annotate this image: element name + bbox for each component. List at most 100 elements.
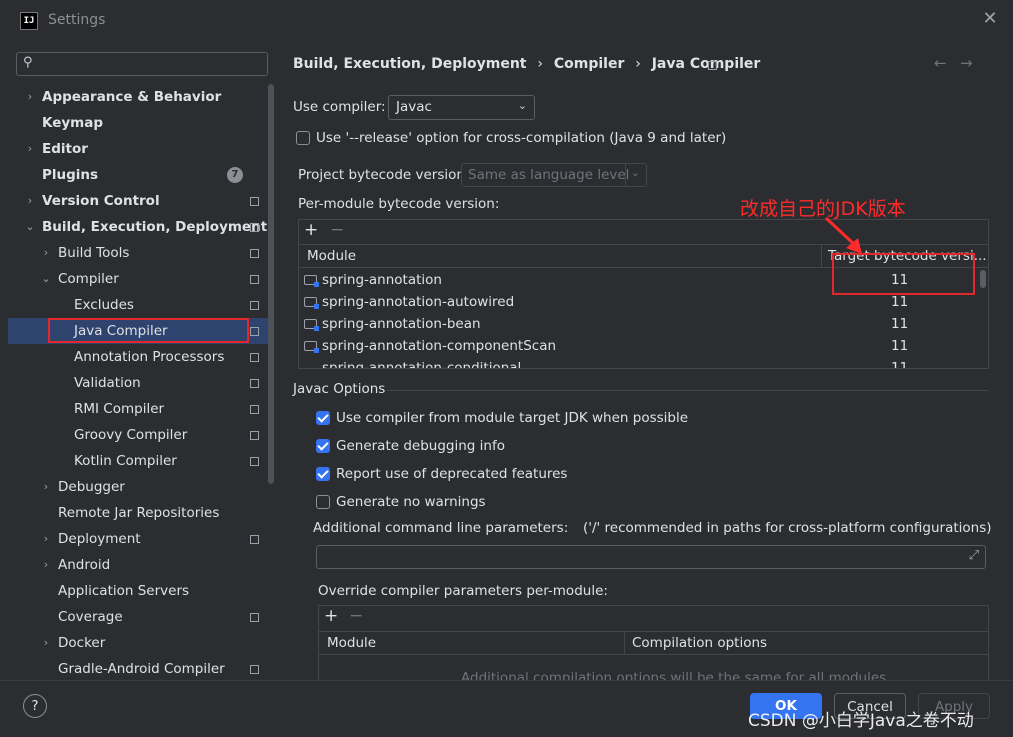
sidebar-item-debugger[interactable]: Debugger: [58, 474, 125, 500]
chevron-right-icon[interactable]: ›: [40, 630, 52, 656]
chevron-right-icon[interactable]: ›: [24, 136, 36, 162]
module-name[interactable]: spring-annotation-componentScan: [322, 335, 556, 357]
breadcrumb-compiler[interactable]: Compiler: [554, 56, 625, 72]
add-icon[interactable]: +: [324, 606, 338, 626]
table-toolbar-divider: [299, 244, 988, 245]
opt-deprecated-checkbox[interactable]: [316, 467, 330, 481]
release-option-label: Use '--release' option for cross-compila…: [316, 130, 727, 146]
remove-icon[interactable]: −: [349, 606, 363, 626]
sidebar-item-gradle-android-compiler[interactable]: Gradle-Android Compiler: [58, 656, 225, 682]
chevron-right-icon[interactable]: ›: [40, 474, 52, 500]
sidebar-item-build-execution-deployment[interactable]: Build, Execution, Deployment: [42, 214, 267, 240]
search-input[interactable]: ⚲: [16, 52, 268, 76]
add-icon[interactable]: +: [304, 220, 318, 240]
release-option-checkbox[interactable]: [296, 131, 310, 145]
opt-deprecated-label: Report use of deprecated features: [336, 466, 568, 482]
project-bytecode-label: Project bytecode version:: [298, 167, 470, 183]
expand-icon[interactable]: ⤢: [969, 548, 979, 563]
sidebar-item-remote-jar-repositories[interactable]: Remote Jar Repositories: [58, 500, 219, 526]
highlight-box-target-version: [832, 253, 975, 295]
project-scope-icon: [250, 327, 259, 336]
module-name[interactable]: spring-annotation-bean: [322, 313, 481, 335]
project-scope-icon: [250, 301, 259, 310]
opt-module-jdk-checkbox[interactable]: [316, 411, 330, 425]
javac-options-title: Javac Options: [293, 381, 386, 397]
opt-no-warnings-label: Generate no warnings: [336, 494, 486, 510]
module-name[interactable]: spring-annotation-autowired: [322, 291, 514, 313]
sidebar-item-editor[interactable]: Editor: [42, 136, 88, 162]
project-bytecode-select[interactable]: Same as language level ⌄: [461, 163, 647, 187]
sidebar-scrollbar[interactable]: [268, 84, 274, 484]
sidebar-item-appearance-behavior[interactable]: Appearance & Behavior: [42, 84, 221, 110]
sidebar-item-docker[interactable]: Docker: [58, 630, 105, 656]
override-header-module[interactable]: Module: [327, 635, 376, 651]
sidebar-item-plugins[interactable]: Plugins: [42, 162, 98, 188]
sidebar-item-version-control[interactable]: Version Control: [42, 188, 160, 214]
module-target-version[interactable]: 11: [891, 313, 908, 335]
red-arrow-icon: [824, 216, 862, 254]
table-toolbar-divider: [319, 631, 988, 632]
project-scope-icon: [708, 61, 717, 70]
project-scope-icon: [250, 535, 259, 544]
sidebar-item-deployment[interactable]: Deployment: [58, 526, 141, 552]
sidebar-item-compiler[interactable]: Compiler: [58, 266, 119, 292]
opt-module-jdk-label: Use compiler from module target JDK when…: [336, 410, 689, 426]
forward-arrow-icon[interactable]: →: [960, 54, 973, 72]
project-scope-icon: [250, 431, 259, 440]
sidebar-item-excludes[interactable]: Excludes: [74, 292, 134, 318]
sidebar-item-build-tools[interactable]: Build Tools: [58, 240, 129, 266]
search-icon: ⚲: [23, 55, 33, 70]
chevron-down-icon: ⌄: [630, 166, 640, 179]
sidebar-item-rmi-compiler[interactable]: RMI Compiler: [74, 396, 164, 422]
sidebar-item-validation[interactable]: Validation: [74, 370, 141, 396]
opt-debug-info-checkbox[interactable]: [316, 439, 330, 453]
sidebar-item-groovy-compiler[interactable]: Groovy Compiler: [74, 422, 187, 448]
compiler-select[interactable]: Javac ⌄: [388, 95, 535, 120]
sidebar-item-keymap[interactable]: Keymap: [42, 110, 103, 136]
breadcrumb-build[interactable]: Build, Execution, Deployment: [293, 56, 527, 72]
sidebar-item-android[interactable]: Android: [58, 552, 110, 578]
intellij-app-icon: IJ: [20, 12, 38, 30]
module-name[interactable]: spring-annotation: [322, 269, 442, 291]
chevron-right-icon[interactable]: ›: [40, 552, 52, 578]
title-bar: [0, 0, 1013, 40]
table-header-divider: [319, 654, 988, 655]
sidebar-item-annotation-processors[interactable]: Annotation Processors: [74, 344, 224, 370]
chevron-right-icon[interactable]: ›: [24, 84, 36, 110]
section-divider: [387, 390, 988, 391]
column-header-module[interactable]: Module: [307, 248, 356, 264]
chevron-down-icon: ⌄: [517, 99, 527, 112]
compiler-select-value: Javac: [396, 99, 432, 115]
override-header-options[interactable]: Compilation options: [632, 635, 767, 651]
project-scope-icon: [250, 613, 259, 622]
sidebar-item-application-servers[interactable]: Application Servers: [58, 578, 189, 604]
override-label: Override compiler parameters per-module:: [318, 583, 608, 599]
window-title: Settings: [48, 12, 106, 28]
additional-params-input[interactable]: ⤢: [316, 545, 986, 569]
chevron-right-icon[interactable]: ›: [40, 526, 52, 552]
additional-params-label: Additional command line parameters:: [313, 520, 569, 536]
use-compiler-label: Use compiler:: [293, 99, 386, 115]
project-scope-icon: [250, 223, 259, 232]
remove-icon[interactable]: −: [330, 220, 344, 240]
sidebar-item-coverage[interactable]: Coverage: [58, 604, 123, 630]
chevron-right-icon[interactable]: ›: [24, 188, 36, 214]
project-scope-icon: [250, 457, 259, 466]
plugins-update-badge: 7: [227, 167, 243, 183]
close-icon[interactable]: ✕: [980, 8, 1000, 30]
watermark-text: CSDN @小白学Java之卷不动: [748, 711, 974, 731]
back-arrow-icon[interactable]: ←: [934, 54, 947, 72]
sidebar-item-kotlin-compiler[interactable]: Kotlin Compiler: [74, 448, 177, 474]
table-scrollbar[interactable]: [980, 270, 986, 288]
opt-no-warnings-checkbox[interactable]: [316, 495, 330, 509]
highlight-box-java-compiler: [48, 318, 249, 343]
chevron-down-icon[interactable]: ⌄: [24, 214, 36, 240]
module-folder-icon: [304, 341, 319, 353]
module-target-version[interactable]: 11: [891, 335, 908, 357]
help-icon[interactable]: ?: [23, 694, 47, 718]
project-scope-icon: [250, 197, 259, 206]
additional-params-hint: ('/' recommended in paths for cross-plat…: [583, 520, 992, 536]
chevron-down-icon[interactable]: ⌄: [40, 266, 52, 292]
chevron-right-icon[interactable]: ›: [40, 240, 52, 266]
opt-debug-info-label: Generate debugging info: [336, 438, 505, 454]
